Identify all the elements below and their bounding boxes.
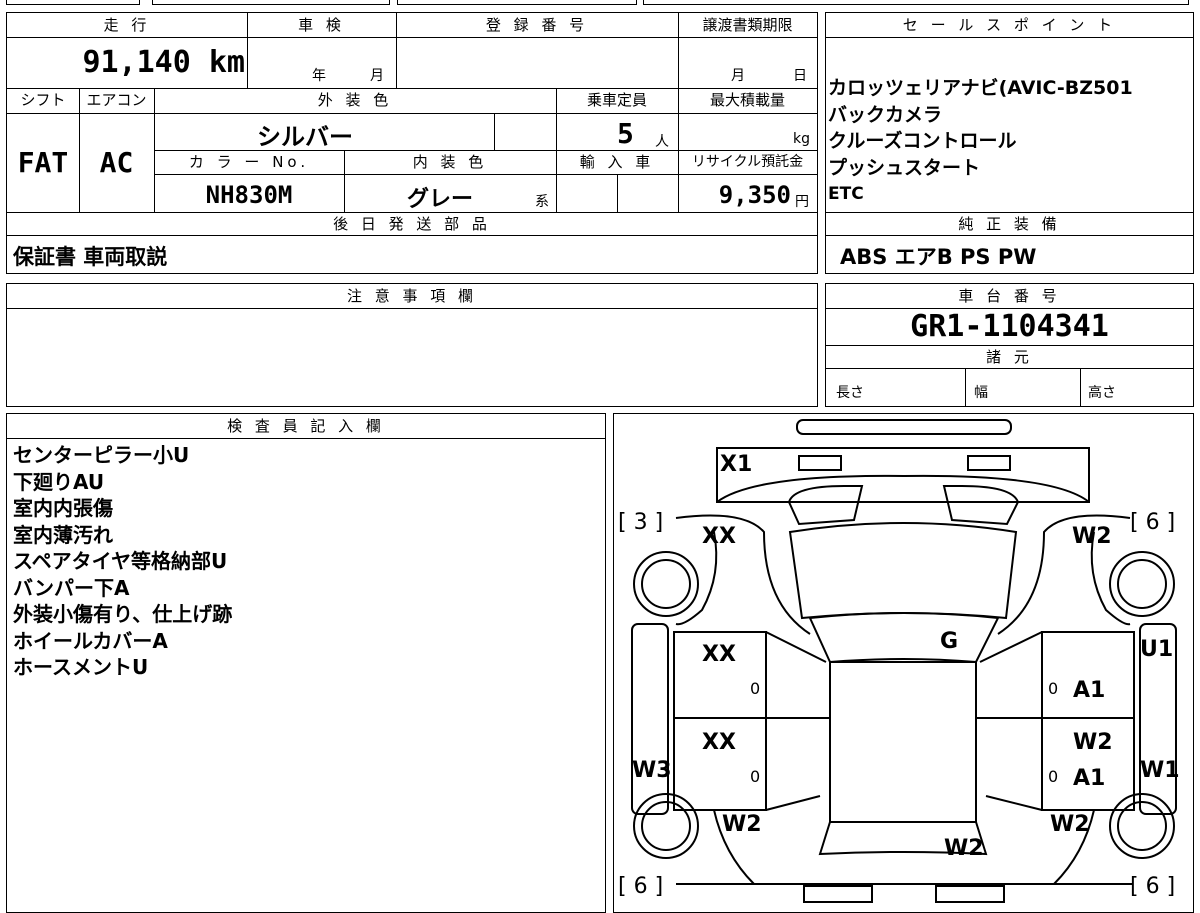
tire-front-left: [ 3 ] <box>618 510 664 535</box>
later-parts-value: 保証書 車両取説 <box>13 245 168 269</box>
mark-rear-center: W2 <box>944 836 984 861</box>
capacity-label: 乗車定員 <box>586 91 647 109</box>
sales-point-4: プッシュスタート <box>828 156 981 179</box>
mark-rear-right-wheel: W2 <box>1050 812 1090 837</box>
car-diagram-box: X1 XX W2 G XX 0 0 A1 U1 XX W2 0 0 A1 W3 … <box>613 413 1194 913</box>
sales-points-list: カロッツェリアナビ(AVIC-BZ501 バックカメラ クルーズコントロール プ… <box>828 75 1133 208</box>
mark-zero-2: 0 <box>1048 679 1059 698</box>
tire-rear-right: [ 6 ] <box>1130 874 1176 899</box>
tire-rear-left: [ 6 ] <box>618 874 664 899</box>
deadline-month-unit: 月 <box>731 68 745 84</box>
mark-hood-center: G <box>940 629 959 654</box>
tire-front-right: [ 6 ] <box>1130 510 1176 535</box>
inspector-line: 室内内張傷 <box>13 496 113 520</box>
exterior-color-label: 外 装 色 <box>317 91 393 109</box>
inspection-month-unit: 月 <box>370 68 384 84</box>
mark-front-left: XX <box>702 524 736 549</box>
sales-point-2: バックカメラ <box>828 103 943 126</box>
mark-left-side-w3: W3 <box>632 758 672 783</box>
sales-points-box: セ ー ル ス ポ イ ン ト カロッツェリアナビ(AVIC-BZ501 バック… <box>825 12 1194 274</box>
inspector-line: センターピラー小U <box>13 443 190 467</box>
mark-rear-left-panel: XX <box>702 730 736 755</box>
top-edge-strip <box>0 0 1200 6</box>
mark-rear-left-wheel: W2 <box>722 812 762 837</box>
notes-box: 注 意 事 項 欄 <box>6 283 818 407</box>
mark-zero-4: 0 <box>1048 767 1059 786</box>
inspection-label: 車 検 <box>298 16 345 34</box>
mark-x1: X1 <box>720 452 753 477</box>
inspector-line: バンパー下A <box>13 575 130 600</box>
spec-label: 諸 元 <box>986 348 1033 366</box>
inspector-line: 下廻りAU <box>13 469 105 494</box>
ac-label: エアコン <box>86 91 147 109</box>
exterior-color-value: シルバー <box>257 123 353 151</box>
car-outline-diagram <box>631 419 1177 903</box>
capacity-value: 5 <box>617 117 634 150</box>
mark-zero-3: 0 <box>750 767 761 786</box>
shift-value: FAT <box>17 146 69 179</box>
interior-suffix: 系 <box>535 194 549 210</box>
chassis-box: 車 台 番 号 GR1-1104341 諸 元 長さ 幅 高さ <box>825 283 1194 407</box>
mileage-value: 91,140 km <box>82 45 245 80</box>
inspector-label: 検 査 員 記 入 欄 <box>227 417 385 435</box>
spec-height: 高さ <box>1088 385 1116 401</box>
sales-points-label: セ ー ル ス ポ イ ン ト <box>902 16 1117 34</box>
max-load-unit: kg <box>793 131 810 147</box>
color-no-label: カ ラ ー No. <box>188 153 310 171</box>
mileage-label: 走 行 <box>103 16 151 34</box>
spec-width: 幅 <box>974 385 988 401</box>
vehicle-info-box: 走 行 車 検 登 録 番 号 譲渡書類期限 91,140 km 年 月 月 日… <box>6 12 818 274</box>
inspector-line: 外装小傷有り、仕上げ跡 <box>13 602 233 626</box>
registration-label: 登 録 番 号 <box>485 16 589 34</box>
inspector-line: 室内薄汚れ <box>13 522 113 547</box>
interior-color-value: グレー <box>407 187 474 212</box>
recycle-label: リサイクル預託金 <box>691 154 804 170</box>
deadline-day-unit: 日 <box>793 68 807 84</box>
mark-rear-door-right: A1 <box>1073 678 1106 703</box>
mark-rear-right-panel2: A1 <box>1073 766 1106 791</box>
standard-equipment-label: 純 正 装 備 <box>958 215 1061 233</box>
mark-right-side-w1: W1 <box>1140 758 1180 783</box>
mark-rear-door-left: XX <box>702 642 736 667</box>
color-no-value: NH830M <box>205 181 293 209</box>
max-load-label: 最大積載量 <box>709 91 785 109</box>
import-label: 輸 入 車 <box>579 153 655 171</box>
capacity-unit: 人 <box>655 134 669 150</box>
mark-front-right: W2 <box>1072 524 1112 549</box>
chassis-value: GR1-1104341 <box>910 309 1109 344</box>
ac-value: AC <box>99 146 134 179</box>
inspector-box: 検 査 員 記 入 欄 センターピラー小U 下廻りAU 室内内張傷 室内薄汚れ … <box>6 413 606 913</box>
chassis-label: 車 台 番 号 <box>958 287 1061 305</box>
recycle-fee-value: 9,350 <box>718 181 791 209</box>
sales-point-1: カロッツェリアナビ(AVIC-BZ501 <box>828 77 1133 99</box>
mark-zero-1: 0 <box>750 679 761 698</box>
mark-rear-right-panel: W2 <box>1073 730 1113 755</box>
sales-point-3: クルーズコントロール <box>828 130 1017 152</box>
later-parts-label: 後 日 発 送 部 品 <box>333 215 491 233</box>
standard-equipment-value: ABS エアB PS PW <box>840 245 1037 269</box>
mark-right-side-u1: U1 <box>1140 637 1174 662</box>
inspector-line: ホースメントU <box>13 655 149 679</box>
inspector-line: スペアタイヤ等格納部U <box>13 549 228 573</box>
interior-color-label: 内 装 色 <box>412 153 488 171</box>
inspector-line: ホイールカバーA <box>13 628 168 653</box>
sales-point-5: ETC <box>828 184 864 204</box>
inspector-notes: センターピラー小U 下廻りAU 室内内張傷 室内薄汚れ スペアタイヤ等格納部U … <box>13 442 232 681</box>
recycle-unit: 円 <box>795 194 809 210</box>
notes-label: 注 意 事 項 欄 <box>346 287 478 305</box>
spec-length: 長さ <box>836 385 864 401</box>
inspection-year-unit: 年 <box>312 68 326 84</box>
shift-label: シフト <box>20 91 66 109</box>
transfer-deadline-label: 譲渡書類期限 <box>702 16 793 34</box>
